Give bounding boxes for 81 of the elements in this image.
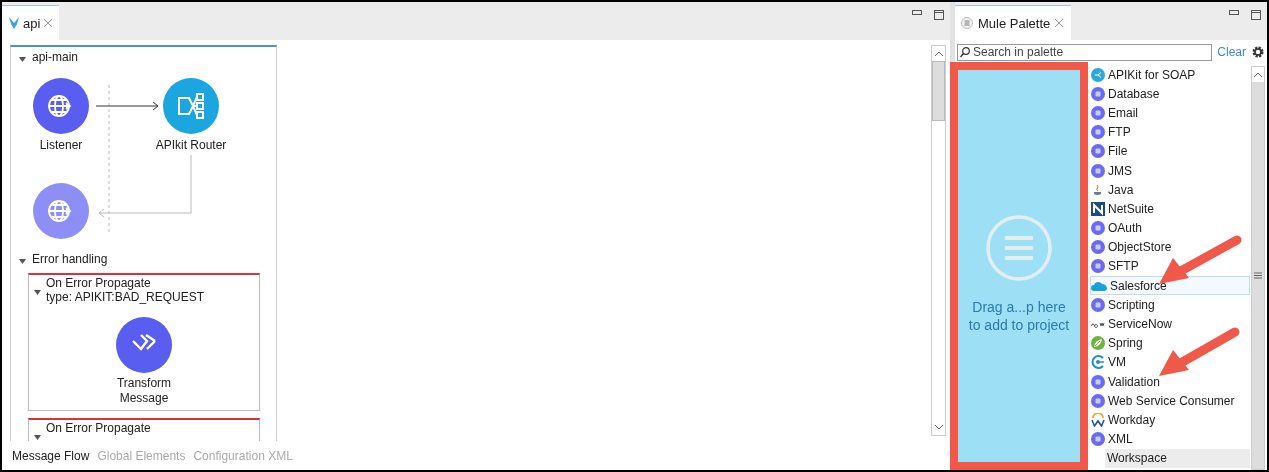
connector-icon: [1091, 374, 1105, 389]
flow-arrow: [96, 101, 160, 111]
palette-item[interactable]: XML: [1090, 429, 1250, 449]
palette-item[interactable]: APIKit for SOAP: [1090, 65, 1250, 85]
palette-item[interactable]: SFTP: [1090, 256, 1250, 277]
transform-node-icon[interactable]: [116, 317, 172, 373]
palette-category[interactable]: Workspace: [1105, 448, 1250, 468]
palette-item[interactable]: JMS: [1090, 160, 1250, 181]
menu-icon: [985, 214, 1053, 282]
palette-item[interactable]: File: [1090, 141, 1250, 161]
close-icon[interactable]: [44, 19, 53, 27]
section-title: Error handling: [32, 252, 108, 266]
expand-icon[interactable]: [34, 434, 41, 441]
maximize-icon[interactable]: [934, 10, 944, 20]
palette-item[interactable]: Spring: [1090, 333, 1250, 353]
workday-icon: [1091, 412, 1105, 427]
connector-icon: [1091, 432, 1105, 447]
globe-node-icon[interactable]: [33, 183, 89, 239]
clear-link[interactable]: Clear: [1217, 45, 1246, 59]
maximize-icon[interactable]: [1251, 10, 1261, 20]
palette-item[interactable]: NetSuite: [1090, 199, 1250, 219]
palette-item[interactable]: Database: [1090, 84, 1250, 104]
handler-title: On Error Propagate: [46, 276, 151, 290]
palette-item[interactable]: VM: [1090, 352, 1250, 372]
close-icon[interactable]: [1055, 19, 1064, 27]
palette-tab[interactable]: Mule Palette: [955, 5, 1072, 40]
minimize-icon[interactable]: [1229, 10, 1239, 16]
scroll-up-icon[interactable]: [1254, 72, 1262, 77]
node-label: Transform Message: [115, 376, 173, 406]
scroll-up-icon[interactable]: [934, 51, 943, 56]
drop-hint: Drag a...p here to add to project: [968, 298, 1070, 334]
router-node-icon[interactable]: [163, 78, 219, 134]
editor-tab[interactable]: api: [2, 5, 60, 40]
connector-icon: [1091, 240, 1105, 255]
handler-title: On Error Propagate: [46, 421, 151, 435]
expand-icon[interactable]: [34, 289, 41, 296]
cloud-icon: [1091, 279, 1107, 292]
logo-icon: [1091, 320, 1105, 329]
settings-icon[interactable]: [1251, 45, 1265, 59]
scrollbar[interactable]: [1251, 66, 1265, 470]
connector-icon: [1091, 67, 1105, 82]
flow-title: api-main: [32, 50, 79, 64]
scroll-down-icon[interactable]: [934, 425, 943, 430]
palette-item[interactable]: FTP: [1090, 122, 1250, 142]
palette-item[interactable]: OAuth: [1090, 218, 1250, 238]
handler-type: type: APIKIT:BAD_REQUEST: [46, 290, 205, 304]
scroll-thumb[interactable]: [1252, 82, 1264, 469]
connector-icon: [1091, 163, 1105, 178]
view-tab[interactable]: Message Flow: [12, 449, 90, 463]
menu-icon: [961, 17, 973, 29]
netsuite-icon: [1091, 201, 1105, 216]
expand-icon[interactable]: [19, 56, 26, 63]
palette-item[interactable]: Java: [1090, 180, 1250, 200]
connector-icon: [1091, 393, 1105, 408]
palette-item[interactable]: Validation: [1090, 372, 1250, 392]
connector-icon: [1091, 144, 1105, 159]
search-field[interactable]: Search in palette: [957, 43, 1213, 61]
connector-icon: [1091, 259, 1105, 274]
palette-item[interactable]: Workday: [1090, 410, 1250, 430]
palette-item[interactable]: Scripting: [1090, 295, 1250, 315]
node-label: Listener: [38, 138, 84, 152]
palette-item[interactable]: Email: [1090, 103, 1250, 123]
palette-item[interactable]: Web Service Consumer: [1090, 391, 1250, 411]
leaf-icon: [1091, 336, 1105, 351]
connector-icon: [1091, 125, 1105, 140]
connector-icon: [1091, 105, 1105, 120]
connector-icon: [1091, 86, 1105, 101]
scrollbar[interactable]: [931, 45, 946, 436]
search-icon: [960, 46, 970, 58]
grip-icon: [1254, 272, 1262, 279]
vm-icon: [1091, 355, 1105, 370]
connector-icon: [1091, 297, 1105, 312]
scroll-thumb[interactable]: [932, 61, 945, 121]
minimize-icon[interactable]: [912, 10, 922, 16]
palette-item[interactable]: ServiceNow: [1090, 314, 1250, 334]
palette-item[interactable]: Salesforce: [1090, 276, 1250, 296]
connector-icon: [1091, 221, 1105, 236]
expand-icon[interactable]: [19, 258, 26, 265]
node-label: APIkit Router: [154, 138, 228, 152]
globe-node-icon[interactable]: [33, 78, 89, 134]
palette-item[interactable]: ObjectStore: [1090, 237, 1250, 257]
